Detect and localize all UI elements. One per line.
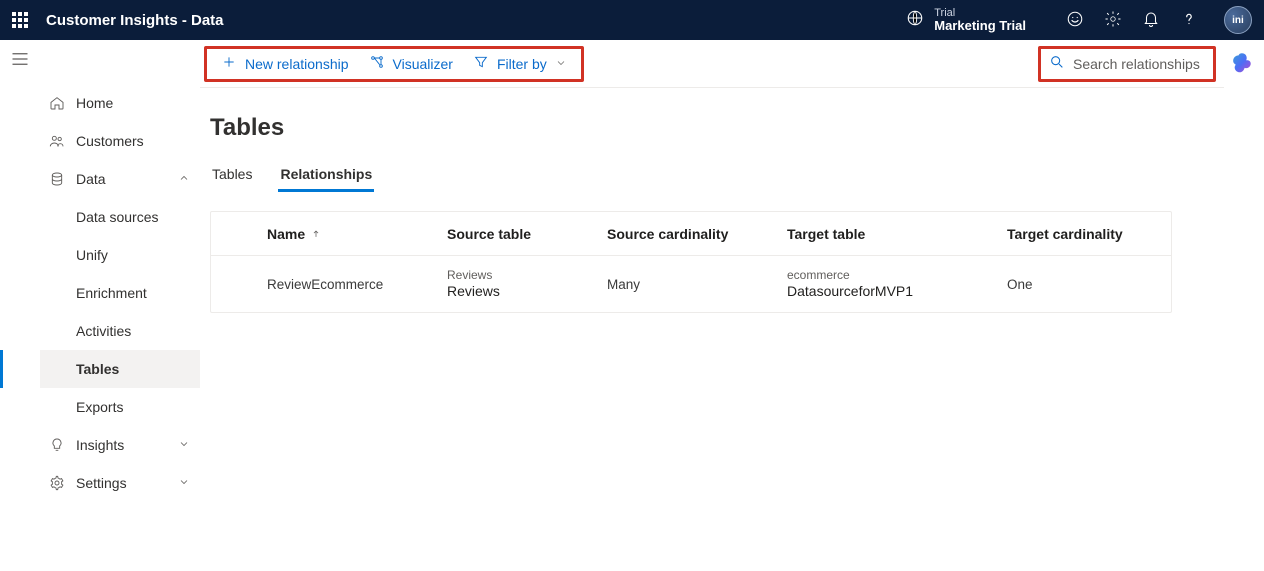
col-target-cardinality[interactable]: Target cardinality [1007, 226, 1157, 242]
nav-exports[interactable]: Exports [40, 388, 200, 426]
sidebar: Home Customers Data Data sources Unify E… [40, 40, 200, 571]
filter-by-button[interactable]: Filter by [465, 48, 575, 80]
cell-target-table: ecommerce DatasourceforMVP1 [787, 268, 1007, 301]
page-title: Tables [210, 114, 1224, 142]
nav-data[interactable]: Data [40, 160, 200, 198]
cell-name: ReviewEcommerce [267, 277, 447, 292]
app-header: Customer Insights - Data Trial Marketing… [0, 0, 1264, 40]
customers-icon [48, 133, 66, 149]
tab-tables[interactable]: Tables [210, 160, 254, 192]
chevron-down-icon [178, 475, 190, 491]
relationships-table: Name Source table Source cardinality Tar… [210, 211, 1172, 313]
user-avatar[interactable]: ini [1224, 6, 1252, 34]
feedback-icon[interactable] [1066, 10, 1084, 31]
environment-icon [906, 9, 924, 30]
command-bar: New relationship Visualizer Filter by [200, 40, 1224, 88]
help-icon[interactable] [1180, 10, 1198, 31]
table-row[interactable]: ReviewEcommerce Reviews Reviews Many eco… [211, 256, 1171, 312]
nav-insights[interactable]: Insights [40, 426, 200, 464]
col-name[interactable]: Name [267, 226, 447, 242]
notifications-icon[interactable] [1142, 10, 1160, 31]
data-icon [48, 171, 66, 187]
search-icon [1049, 54, 1065, 73]
visualizer-label: Visualizer [393, 56, 453, 72]
settings-icon[interactable] [1104, 10, 1122, 31]
chevron-up-icon [178, 171, 190, 187]
nav-enrichment[interactable]: Enrichment [40, 274, 200, 312]
table-header-row: Name Source table Source cardinality Tar… [211, 212, 1171, 256]
filter-icon [473, 54, 489, 73]
tab-relationships[interactable]: Relationships [278, 160, 374, 192]
highlighted-toolbar: New relationship Visualizer Filter by [204, 46, 584, 82]
nav-home[interactable]: Home [40, 84, 200, 122]
chevron-down-icon [555, 56, 567, 72]
app-title: Customer Insights - Data [46, 12, 224, 29]
plus-icon [221, 54, 237, 73]
visualizer-icon [369, 54, 385, 73]
right-rail [1224, 40, 1264, 571]
col-target-table[interactable]: Target table [787, 226, 1007, 242]
chevron-down-icon [178, 437, 190, 453]
new-relationship-button[interactable]: New relationship [213, 48, 357, 80]
cell-source-cardinality: Many [607, 277, 787, 292]
highlighted-search [1038, 46, 1216, 82]
app-launcher-icon[interactable] [12, 12, 28, 28]
nav-customers-label: Customers [76, 133, 144, 149]
col-source-table[interactable]: Source table [447, 226, 607, 242]
content-tabs: Tables Relationships [210, 160, 1224, 193]
home-icon [48, 95, 66, 111]
visualizer-button[interactable]: Visualizer [361, 48, 461, 80]
nav-customers[interactable]: Customers [40, 122, 200, 160]
nav-tables[interactable]: Tables [40, 350, 200, 388]
nav-home-label: Home [76, 95, 113, 111]
environment-name: Marketing Trial [934, 19, 1026, 33]
filter-by-label: Filter by [497, 56, 547, 72]
gear-icon [48, 475, 66, 491]
environment-picker[interactable]: Trial Marketing Trial [906, 7, 1026, 33]
nav-settings[interactable]: Settings [40, 464, 200, 502]
nav-activities[interactable]: Activities [40, 312, 200, 350]
main-content: New relationship Visualizer Filter by T [200, 40, 1224, 571]
nav-toggle-icon[interactable] [11, 52, 29, 571]
search-input[interactable] [1073, 56, 1203, 72]
nav-data-sources[interactable]: Data sources [40, 198, 200, 236]
nav-insights-label: Insights [76, 437, 124, 453]
nav-unify[interactable]: Unify [40, 236, 200, 274]
copilot-icon[interactable] [1231, 50, 1257, 571]
col-source-cardinality[interactable]: Source cardinality [607, 226, 787, 242]
new-relationship-label: New relationship [245, 56, 349, 72]
nav-settings-label: Settings [76, 475, 127, 491]
cell-source-table: Reviews Reviews [447, 268, 607, 301]
insights-icon [48, 437, 66, 453]
cell-target-cardinality: One [1007, 277, 1157, 292]
nav-data-label: Data [76, 171, 106, 187]
sort-asc-icon [311, 226, 321, 242]
